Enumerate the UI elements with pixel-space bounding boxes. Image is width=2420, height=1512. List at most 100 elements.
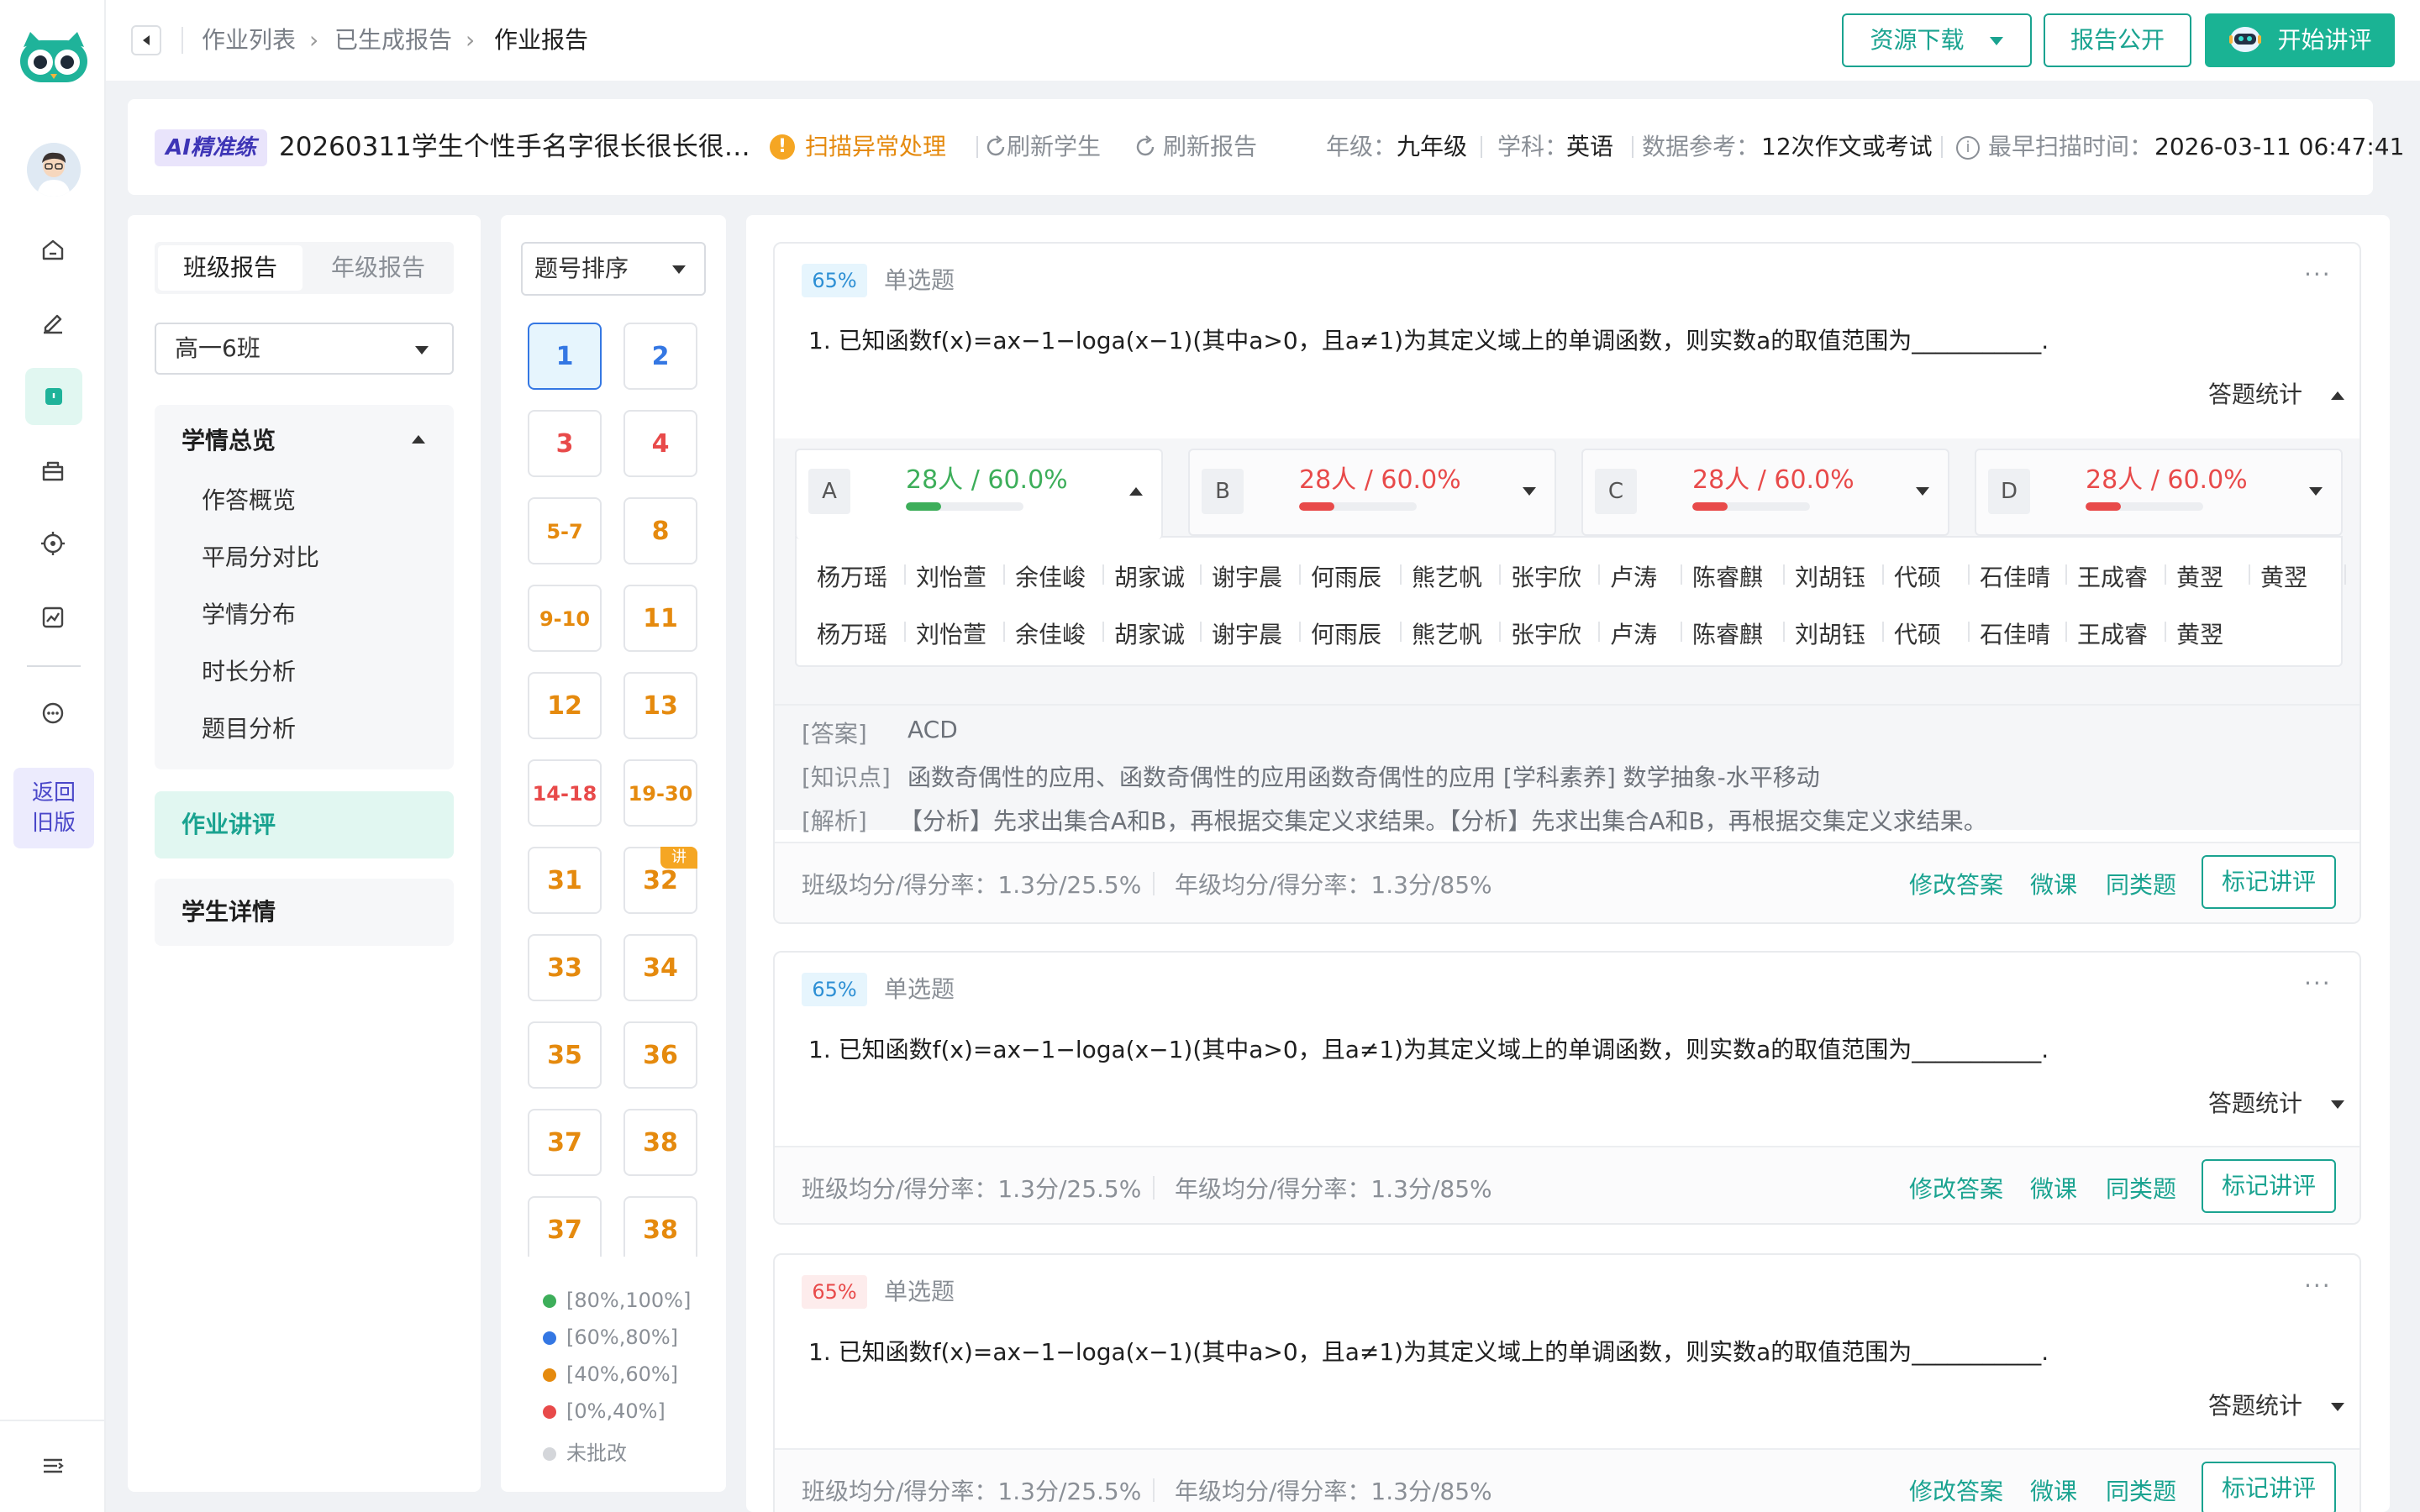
tab-class-report[interactable]: 班级报告 [158, 245, 302, 291]
menu-homework-review[interactable]: 作业讲评 [155, 791, 454, 858]
mark-review-button[interactable]: 标记讲评 [2202, 1462, 2336, 1512]
owl-logo-icon[interactable] [18, 29, 89, 84]
student-name[interactable]: 陈睿麒 [1692, 559, 1763, 593]
student-name[interactable]: 何雨辰 [1311, 559, 1381, 593]
question-number-button[interactable]: 38 [623, 1109, 697, 1176]
question-number-button[interactable]: 32 讲 [623, 847, 697, 914]
question-number-button[interactable]: 36 [623, 1021, 697, 1089]
question-number-button[interactable]: 14-18 [528, 759, 602, 827]
student-name[interactable]: 黄翌 [2176, 617, 2223, 650]
question-number-button[interactable]: 38 [623, 1196, 697, 1257]
student-name[interactable]: 刘胡钰 [1795, 559, 1865, 593]
question-number-button[interactable]: 8 [623, 497, 697, 564]
student-name[interactable]: 代硕 [1894, 559, 1941, 593]
caret-up-icon[interactable] [412, 435, 425, 444]
student-name[interactable]: 张宇欣 [1511, 617, 1581, 650]
question-number-button[interactable]: 31 [528, 847, 602, 914]
micro-lesson-link[interactable]: 微课 [2030, 1171, 2077, 1205]
menu-student-detail[interactable]: 学生详情 [155, 879, 454, 946]
sort-select[interactable]: 题号排序 [521, 242, 706, 296]
menu-item-duration[interactable]: 时长分析 [202, 657, 296, 687]
student-name[interactable]: 卢涛 [1610, 617, 1657, 650]
question-number-button[interactable]: 1 [528, 323, 602, 390]
question-number-button[interactable]: 35 [528, 1021, 602, 1089]
similar-questions-link[interactable]: 同类题 [2106, 1171, 2176, 1205]
caret-down-icon[interactable] [2331, 1100, 2344, 1109]
student-name[interactable]: 刘怡萱 [916, 617, 986, 650]
student-name[interactable]: 谢宇晨 [1212, 559, 1282, 593]
menu-item-answer-overview[interactable]: 作答概览 [202, 486, 296, 516]
similar-questions-link[interactable]: 同类题 [2106, 1473, 2176, 1507]
overview-section-title[interactable]: 学情总览 [182, 420, 276, 462]
micro-lesson-link[interactable]: 微课 [2030, 867, 2077, 900]
breadcrumb-homework-list[interactable]: 作业列表 [202, 0, 296, 81]
student-name[interactable]: 王成睿 [2077, 559, 2148, 593]
option-stat-card[interactable]: A 28人 / 60.0% [795, 449, 1163, 539]
start-review-button[interactable]: 开始讲评 [2205, 13, 2395, 67]
question-number-button[interactable]: 2 [623, 323, 697, 390]
student-name[interactable]: 胡家诚 [1114, 559, 1185, 593]
more-icon[interactable]: ··· [2304, 260, 2332, 288]
publish-report-button[interactable]: 报告公开 [2044, 13, 2191, 67]
back-to-old-version-button[interactable]: 返回 旧版 [13, 768, 94, 848]
option-stat-card[interactable]: D 28人 / 60.0% [1975, 449, 2343, 536]
back-arrow-icon[interactable] [131, 25, 161, 55]
resource-box-icon[interactable] [32, 450, 74, 492]
option-stat-card[interactable]: C 28人 / 60.0% [1581, 449, 1949, 536]
collapse-menu-icon[interactable] [32, 1445, 74, 1487]
student-name[interactable]: 余佳峻 [1015, 617, 1086, 650]
message-icon[interactable] [32, 692, 74, 734]
question-number-button[interactable]: 34 [623, 934, 697, 1001]
menu-item-average-compare[interactable]: 平局分对比 [202, 543, 319, 573]
refresh-students-button[interactable]: 刷新学生 [1007, 99, 1101, 195]
answer-stats-toggle[interactable]: 答题统计 [2208, 1087, 2302, 1121]
question-number-button[interactable]: 19-30 [623, 759, 697, 827]
user-avatar[interactable] [27, 143, 81, 197]
question-number-button[interactable]: 9-10 [528, 585, 602, 652]
menu-item-question-analysis[interactable]: 题目分析 [202, 714, 296, 744]
student-name[interactable]: 石佳晴 [1980, 617, 2050, 650]
mark-review-button[interactable]: 标记讲评 [2202, 855, 2336, 909]
student-name[interactable]: 刘胡钰 [1795, 617, 1865, 650]
student-name[interactable]: 熊艺帆 [1412, 559, 1482, 593]
micro-lesson-link[interactable]: 微课 [2030, 1473, 2077, 1507]
student-name[interactable]: 王成睿 [2077, 617, 2148, 650]
question-number-button[interactable]: 37 [528, 1109, 602, 1176]
breadcrumb-generated-reports[interactable]: 已生成报告 [334, 0, 452, 81]
home-icon[interactable] [32, 228, 74, 270]
student-name[interactable]: 刘怡萱 [916, 559, 986, 593]
question-number-button[interactable]: 33 [528, 934, 602, 1001]
target-icon[interactable] [32, 522, 74, 564]
student-name[interactable]: 张宇欣 [1511, 559, 1581, 593]
mark-review-button[interactable]: 标记讲评 [2202, 1159, 2336, 1213]
trend-chart-icon[interactable] [32, 596, 74, 638]
answer-stats-toggle[interactable]: 答题统计 [2208, 378, 2302, 412]
tab-grade-report[interactable]: 年级报告 [306, 245, 450, 291]
student-name[interactable]: 石佳晴 [1980, 559, 2050, 593]
caret-down-icon[interactable] [2331, 1403, 2344, 1411]
student-name[interactable]: 黄翌 [2260, 559, 2307, 593]
menu-item-distribution[interactable]: 学情分布 [202, 600, 296, 630]
edit-answer-link[interactable]: 修改答案 [1909, 867, 2003, 900]
student-name[interactable]: 黄翌 [2176, 559, 2223, 593]
question-number-button[interactable]: 3 [528, 410, 602, 477]
class-select[interactable]: 高一6班 [155, 323, 454, 375]
caret-up-icon[interactable] [2331, 391, 2344, 400]
student-name[interactable]: 杨万瑶 [817, 617, 887, 650]
question-number-button[interactable]: 4 [623, 410, 697, 477]
student-name[interactable]: 熊艺帆 [1412, 617, 1482, 650]
edit-icon[interactable] [32, 301, 74, 343]
student-name[interactable]: 代硕 [1894, 617, 1941, 650]
more-icon[interactable]: ··· [2304, 969, 2332, 997]
option-stat-card[interactable]: B 28人 / 60.0% [1188, 449, 1556, 536]
question-number-button[interactable]: 37 [528, 1196, 602, 1257]
answer-stats-toggle[interactable]: 答题统计 [2208, 1389, 2302, 1423]
question-number-button[interactable]: 12 [528, 672, 602, 739]
student-name[interactable]: 余佳峻 [1015, 559, 1086, 593]
question-number-button[interactable]: 11 [623, 585, 697, 652]
resource-download-button[interactable]: 资源下载 [1842, 13, 2032, 67]
edit-answer-link[interactable]: 修改答案 [1909, 1171, 2003, 1205]
student-name[interactable]: 杨万瑶 [817, 559, 887, 593]
student-name[interactable]: 胡家诚 [1114, 617, 1185, 650]
student-name[interactable]: 陈睿麒 [1692, 617, 1763, 650]
